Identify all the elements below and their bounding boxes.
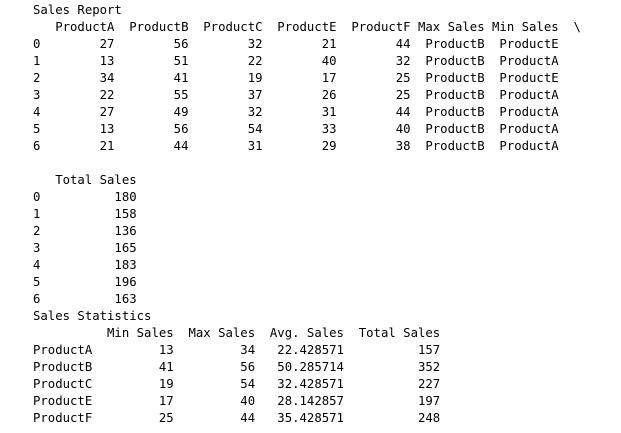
table-row: 5 196 [33, 275, 137, 289]
table-row: ProductC 19 54 32.428571 227 [33, 377, 441, 391]
table-row: ProductA 13 34 22.428571 157 [33, 343, 441, 357]
statistics-title: Sales Statistics [33, 309, 152, 323]
table-row: ProductB 41 56 50.285714 352 [33, 360, 441, 374]
table-row: 3 22 55 37 26 25 ProductB ProductA [33, 88, 559, 102]
table-row: 2 136 [33, 224, 137, 238]
table-row: 5 13 56 54 33 40 ProductB ProductA [33, 122, 559, 136]
table-row: ProductE 17 40 28.142857 197 [33, 394, 441, 408]
table-row: ProductF 25 44 35.428571 248 [33, 411, 441, 425]
table-row: 0 27 56 32 21 44 ProductB ProductE [33, 37, 559, 51]
table-row: 1 158 [33, 207, 137, 221]
table-row: 4 183 [33, 258, 137, 272]
report-title: Sales Report [33, 3, 122, 17]
table-row: 2 34 41 19 17 25 ProductB ProductE [33, 71, 559, 85]
console-output: Sales Report ProductA ProductB ProductC … [33, 2, 581, 427]
table-row: 3 165 [33, 241, 137, 255]
table-row: 1 13 51 22 40 32 ProductB ProductA [33, 54, 559, 68]
table-row: 4 27 49 32 31 44 ProductB ProductA [33, 105, 559, 119]
table-row: 6 21 44 31 29 38 ProductB ProductA [33, 139, 559, 153]
table-row: 0 180 [33, 190, 137, 204]
table-header: Min Sales Max Sales Avg. Sales Total Sal… [33, 326, 441, 340]
table-header: ProductA ProductB ProductC ProductE Prod… [33, 20, 581, 34]
table-row: 6 163 [33, 292, 137, 306]
table-header: Total Sales [33, 173, 137, 187]
